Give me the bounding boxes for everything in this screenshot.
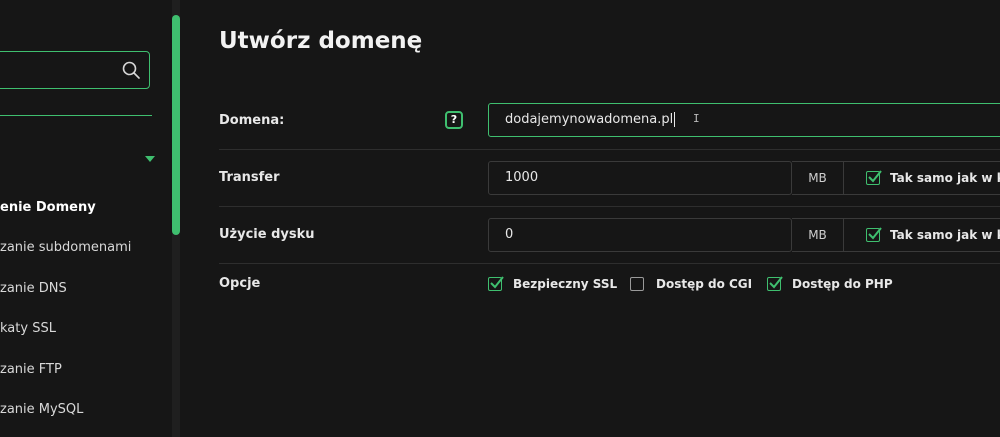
- disk-input-value: 0: [505, 227, 514, 242]
- disk-label: Użycie dysku: [219, 227, 315, 242]
- sidebar-item-dns[interactable]: zanie DNS: [0, 281, 67, 296]
- sidebar-item-mysql[interactable]: zanie MySQL: [0, 402, 83, 417]
- disk-unit: MB: [792, 218, 844, 252]
- ssl-label: Bezpieczny SSL: [513, 277, 618, 291]
- transfer-label: Transfer: [219, 170, 280, 185]
- text-caret: [674, 112, 676, 127]
- disk-input[interactable]: 0: [488, 218, 792, 252]
- transfer-unit: MB: [792, 161, 844, 195]
- disk-same-label: Tak samo jak w kon: [890, 228, 1000, 242]
- transfer-same-option: Tak samo jak w kon: [844, 161, 1000, 195]
- chevron-down-icon[interactable]: [145, 156, 155, 162]
- help-button[interactable]: ?: [445, 111, 463, 129]
- domain-label: Domena:: [219, 113, 285, 128]
- cgi-label: Dostęp do CGI: [656, 277, 753, 291]
- sidebar-scrollbar-thumb[interactable]: [172, 15, 180, 235]
- ssl-checkbox[interactable]: [488, 276, 504, 291]
- sidebar-item-domains[interactable]: enie Domeny: [0, 200, 96, 215]
- sidebar-item-subdomains[interactable]: zanie subdomenami: [0, 240, 131, 255]
- check-icon: [490, 276, 504, 289]
- row-divider: [219, 206, 1000, 207]
- search-icon[interactable]: [121, 60, 141, 80]
- sidebar-item-ftp[interactable]: zanie FTP: [0, 362, 62, 377]
- sidebar: enie Domeny zanie subdomenami zanie DNS …: [0, 0, 172, 437]
- cgi-checkbox[interactable]: [630, 277, 644, 291]
- check-icon: [868, 170, 882, 183]
- search-input[interactable]: [0, 51, 150, 89]
- disk-same-option: Tak samo jak w kon: [844, 218, 1000, 252]
- page-title: Utwórz domenę: [219, 28, 423, 54]
- transfer-same-label: Tak samo jak w kon: [890, 171, 1000, 185]
- check-icon: [868, 227, 882, 240]
- app-root: enie Domeny zanie subdomenami zanie DNS …: [0, 0, 1000, 437]
- php-checkbox[interactable]: [767, 276, 783, 291]
- options-label: Opcje: [219, 276, 261, 291]
- main-panel: Utwórz domenę Domena: ? dodajemynowadome…: [180, 0, 1000, 437]
- disk-same-checkbox[interactable]: [866, 227, 882, 242]
- sidebar-item-ssl[interactable]: katy SSL: [0, 321, 56, 336]
- transfer-input[interactable]: 1000: [488, 161, 792, 195]
- transfer-same-checkbox[interactable]: [866, 170, 882, 185]
- domain-input[interactable]: dodajemynowadomena.pl: [488, 103, 1000, 137]
- row-divider: [219, 149, 1000, 150]
- sidebar-divider: [0, 115, 152, 116]
- row-divider: [219, 263, 1000, 264]
- ibeam-cursor-icon: I: [693, 112, 700, 125]
- transfer-input-value: 1000: [505, 170, 539, 185]
- check-icon: [769, 276, 783, 289]
- php-label: Dostęp do PHP: [792, 277, 893, 291]
- domain-input-value: dodajemynowadomena.pl: [505, 112, 674, 127]
